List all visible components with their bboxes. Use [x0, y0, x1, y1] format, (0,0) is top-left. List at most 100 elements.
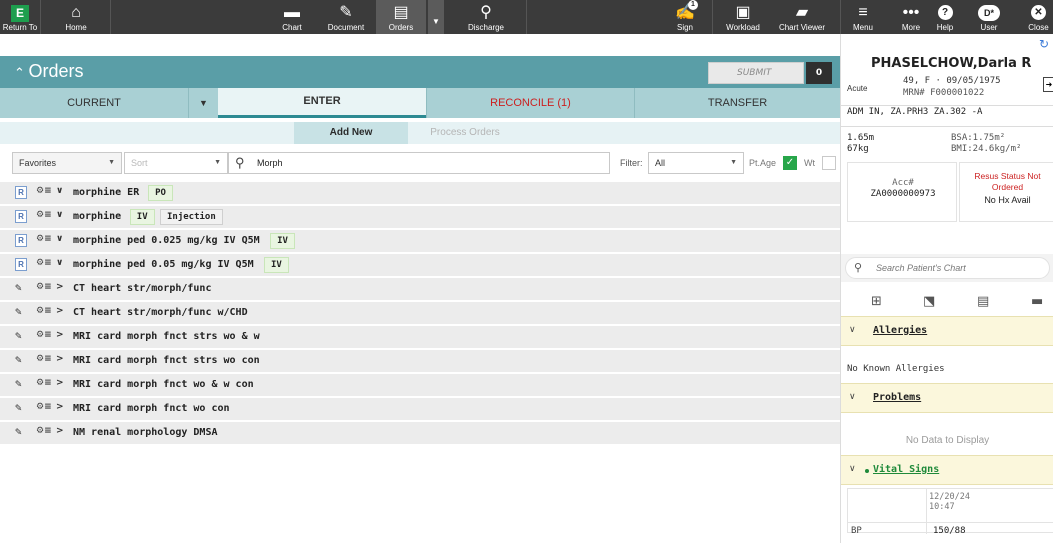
- rx-icon: R: [15, 258, 27, 271]
- order-options-icon[interactable]: ⚙≡: [36, 306, 52, 316]
- sort-dropdown[interactable]: Sort ▼: [124, 152, 228, 174]
- chevron-right-icon[interactable]: >: [56, 354, 64, 364]
- allergies-title: Allergies: [873, 325, 928, 336]
- return-to-label: Return To: [2, 23, 38, 32]
- favorites-dropdown[interactable]: Favorites ▼: [12, 152, 122, 174]
- add-icon[interactable]: ⊞: [871, 294, 882, 309]
- chevron-down-icon: ▼: [432, 17, 440, 26]
- chart-viewer-icon: ▰: [795, 4, 809, 21]
- order-options-icon[interactable]: ⚙≡: [36, 354, 52, 364]
- order-result-row[interactable]: R ⚙≡ ∨ morphine IV Injection: [0, 206, 840, 228]
- submit-button[interactable]: SUBMIT: [708, 62, 804, 84]
- chart-viewer-button[interactable]: ▰ Chart Viewer: [770, 0, 834, 34]
- patient-name: PHASELCHOW,Darla R: [871, 56, 1032, 71]
- order-result-row[interactable]: ✎ ⚙≡ > MRI card morph fnct strs wo con: [0, 350, 840, 372]
- more-button[interactable]: ••• More: [896, 0, 926, 34]
- chevron-right-icon[interactable]: >: [56, 426, 64, 436]
- order-options-icon[interactable]: ⚙≡: [36, 378, 52, 388]
- pt-age-checkbox[interactable]: ✓: [783, 156, 797, 170]
- clipboard-icon[interactable]: ▤: [977, 294, 989, 309]
- chevron-right-icon[interactable]: >: [56, 402, 64, 412]
- user-icon: D*: [978, 5, 1000, 21]
- orders-button[interactable]: ▤ Orders: [376, 0, 426, 34]
- discharge-button[interactable]: ⚲ Discharge: [448, 0, 524, 34]
- return-to-button[interactable]: E Return To: [0, 0, 40, 34]
- menu-button[interactable]: ≡ Menu: [846, 0, 880, 34]
- subtab-process-orders[interactable]: Process Orders: [408, 122, 522, 144]
- tab-transfer[interactable]: TRANSFER: [634, 88, 840, 118]
- help-button[interactable]: ? Help: [930, 0, 960, 34]
- filter-label: Filter:: [620, 158, 643, 168]
- chevron-down-icon: ▼: [730, 159, 737, 166]
- order-result-row[interactable]: R ⚙≡ ∨ morphine ped 0.025 mg/kg IV Q5M IV: [0, 230, 840, 252]
- refresh-icon[interactable]: ↻: [1039, 37, 1049, 51]
- pen-icon: ✎: [15, 353, 22, 366]
- sign-button[interactable]: ✍ Sign 1: [668, 0, 702, 34]
- current-dropdown[interactable]: ▼: [188, 88, 218, 118]
- patient-chart-search-input[interactable]: ⚲ Search Patient's Chart: [845, 257, 1050, 279]
- chart-button[interactable]: ▬ Chart: [270, 0, 314, 34]
- wt-checkbox[interactable]: [822, 156, 836, 170]
- tab-current[interactable]: CURRENT: [0, 88, 188, 118]
- order-result-row[interactable]: R ⚙≡ ∨ morphine ped 0.05 mg/kg IV Q5M IV: [0, 254, 840, 276]
- order-options-icon[interactable]: ⚙≡: [36, 210, 52, 220]
- order-result-row[interactable]: R ⚙≡ ∨ morphine ER PO: [0, 182, 840, 204]
- document-button[interactable]: ✎ Document: [318, 0, 374, 34]
- app-root: E Return To ⌂ Home ▬ Chart ✎ Document ▤ …: [0, 0, 1053, 543]
- trend-icon[interactable]: ⬔: [923, 294, 935, 309]
- patient-chart-search-placeholder: Search Patient's Chart: [876, 263, 966, 273]
- user-button[interactable]: D* User: [966, 0, 1012, 34]
- order-options-icon[interactable]: ⚙≡: [36, 402, 52, 412]
- vitals-date: 12/20/24: [929, 492, 970, 502]
- order-name: NM renal morphology DMSA: [73, 427, 218, 438]
- return-icon: E: [11, 5, 29, 22]
- order-result-row[interactable]: ✎ ⚙≡ > CT heart str/morph/func w/CHD: [0, 302, 840, 324]
- close-button[interactable]: ✕ Close: [1024, 0, 1053, 34]
- patient-detail-icon[interactable]: ➜: [1043, 77, 1053, 92]
- home-button[interactable]: ⌂ Home: [46, 0, 106, 34]
- tab-enter[interactable]: ENTER: [218, 88, 426, 118]
- route-pill: IV: [129, 209, 155, 225]
- chevron-down-icon[interactable]: ∨: [56, 210, 63, 220]
- chevron-right-icon[interactable]: >: [56, 330, 64, 340]
- vitals-section-header[interactable]: ∨ Vital Signs: [841, 455, 1053, 485]
- pen-icon: ✎: [15, 401, 22, 414]
- order-options-icon[interactable]: ⚙≡: [36, 186, 52, 196]
- patient-bmi: BMI:24.6kg/m²: [951, 144, 1022, 154]
- order-options-icon[interactable]: ⚙≡: [36, 258, 52, 268]
- tab-reconcile[interactable]: RECONCILE (1): [426, 88, 634, 118]
- order-result-row[interactable]: ✎ ⚙≡ > MRI card morph fnct wo & w con: [0, 374, 840, 396]
- subtab-add-new[interactable]: Add New: [294, 122, 408, 144]
- problems-section-header[interactable]: ∨ Problems: [841, 383, 1053, 413]
- folder-icon[interactable]: ▬: [1031, 294, 1043, 309]
- order-result-row[interactable]: ✎ ⚙≡ > MRI card morph fnct wo con: [0, 398, 840, 420]
- pt-age-label: Pt.Age: [749, 158, 777, 168]
- chevron-down-icon[interactable]: ∨: [56, 234, 63, 244]
- patient-demographics: 49, F · 09/05/1975: [903, 76, 1001, 86]
- chevron-down-icon: ▼: [199, 98, 208, 108]
- order-result-row[interactable]: ✎ ⚙≡ > CT heart str/morph/func: [0, 278, 840, 300]
- orders-label: Orders: [388, 23, 414, 32]
- order-options-icon[interactable]: ⚙≡: [36, 426, 52, 436]
- sort-label: Sort: [131, 158, 148, 168]
- account-box: Acc# ZA0000000973: [847, 162, 957, 222]
- bp-label: BP: [851, 526, 862, 536]
- workload-button[interactable]: ▣ Workload: [718, 0, 768, 34]
- search-icon: ⚲: [854, 262, 863, 274]
- order-result-row[interactable]: ✎ ⚙≡ > MRI card morph fnct strs wo & w: [0, 326, 840, 348]
- order-options-icon[interactable]: ⚙≡: [36, 282, 52, 292]
- chevron-down-icon[interactable]: ∨: [56, 186, 63, 196]
- chevron-right-icon[interactable]: >: [56, 306, 64, 316]
- order-options-icon[interactable]: ⚙≡: [36, 234, 52, 244]
- order-options-icon[interactable]: ⚙≡: [36, 330, 52, 340]
- chevron-right-icon[interactable]: >: [56, 282, 64, 292]
- filter-dropdown[interactable]: All ▼: [648, 152, 744, 174]
- chevron-right-icon[interactable]: >: [56, 378, 64, 388]
- chevron-down-icon[interactable]: ∨: [56, 258, 63, 268]
- orders-dropdown[interactable]: ▼: [428, 0, 444, 34]
- collapse-icon[interactable]: ⌃: [14, 65, 29, 80]
- order-result-row[interactable]: ✎ ⚙≡ > NM renal morphology DMSA: [0, 422, 840, 444]
- allergies-section-header[interactable]: ∨ Allergies: [841, 316, 1053, 346]
- order-search-input[interactable]: ⚲ Morph: [228, 152, 610, 174]
- chevron-down-icon: ∨: [849, 392, 856, 402]
